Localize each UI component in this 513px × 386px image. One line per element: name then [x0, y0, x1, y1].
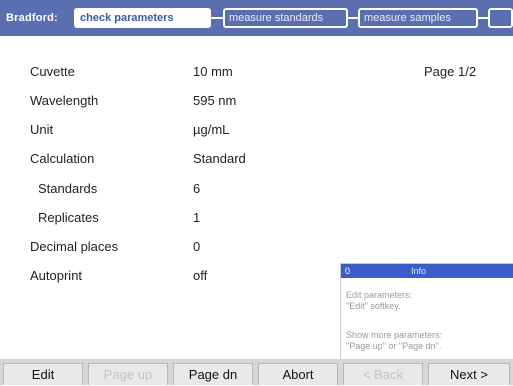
info-number: 0 — [345, 266, 351, 276]
step-measure-samples[interactable]: measure samples — [358, 8, 478, 28]
param-label: Cuvette — [30, 64, 75, 79]
softkey-bar: Edit Page up Page dn Abort < Back Next > — [0, 359, 513, 385]
param-value: 6 — [193, 181, 201, 196]
info-panel: 0 Info Edit parameters: "Edit" softkey. … — [340, 263, 513, 360]
info-title-bar: 0 Info — [341, 264, 513, 278]
info-title: Info — [411, 266, 427, 276]
param-label: Wavelength — [30, 93, 99, 108]
param-label: Replicates — [38, 210, 99, 225]
param-label: Standards — [38, 181, 98, 196]
step-next-truncated[interactable] — [488, 8, 513, 28]
step-connector — [478, 17, 488, 19]
param-label: Unit — [30, 122, 54, 137]
edit-button[interactable]: Edit — [3, 363, 83, 385]
param-label: Decimal places — [30, 239, 119, 254]
param-row-cuvette: Cuvette 10 mm — [0, 64, 513, 90]
param-value: Standard — [193, 151, 246, 166]
param-value: 595 nm — [193, 93, 237, 108]
param-value: 10 mm — [193, 64, 233, 79]
page-down-button[interactable]: Page dn — [173, 363, 253, 385]
back-button[interactable]: < Back — [343, 363, 423, 385]
workflow-header: Bradford: check parameters measure stand… — [0, 0, 513, 36]
step-connector — [211, 17, 223, 19]
info-line: "Page up" or "Page dn". — [346, 341, 442, 351]
param-row-standards: Standards 6 — [0, 181, 513, 207]
step-connector — [348, 17, 358, 19]
param-row-calculation: Calculation Standard — [0, 151, 513, 177]
param-row-unit: Unit µg/mL — [0, 122, 513, 148]
param-value: off — [193, 268, 208, 283]
abort-button[interactable]: Abort — [258, 363, 338, 385]
info-line: "Edit" softkey. — [346, 301, 401, 311]
step-check-parameters[interactable]: check parameters — [74, 8, 211, 28]
next-button[interactable]: Next > — [428, 363, 510, 385]
param-row-replicates: Replicates 1 — [0, 210, 513, 236]
param-value: 1 — [193, 210, 201, 225]
param-value: 0 — [193, 239, 201, 254]
step-measure-standards[interactable]: measure standards — [223, 8, 348, 28]
param-row-decimal-places: Decimal places 0 — [0, 239, 513, 265]
info-line: Show more parameters: — [346, 330, 443, 340]
param-row-wavelength: Wavelength 595 nm — [0, 93, 513, 119]
page-up-button[interactable]: Page up — [88, 363, 168, 385]
method-name: Bradford: — [6, 12, 58, 24]
param-label: Calculation — [30, 151, 95, 166]
param-value: µg/mL — [193, 122, 230, 137]
param-label: Autoprint — [30, 268, 83, 283]
info-line: Edit parameters: — [346, 290, 413, 300]
